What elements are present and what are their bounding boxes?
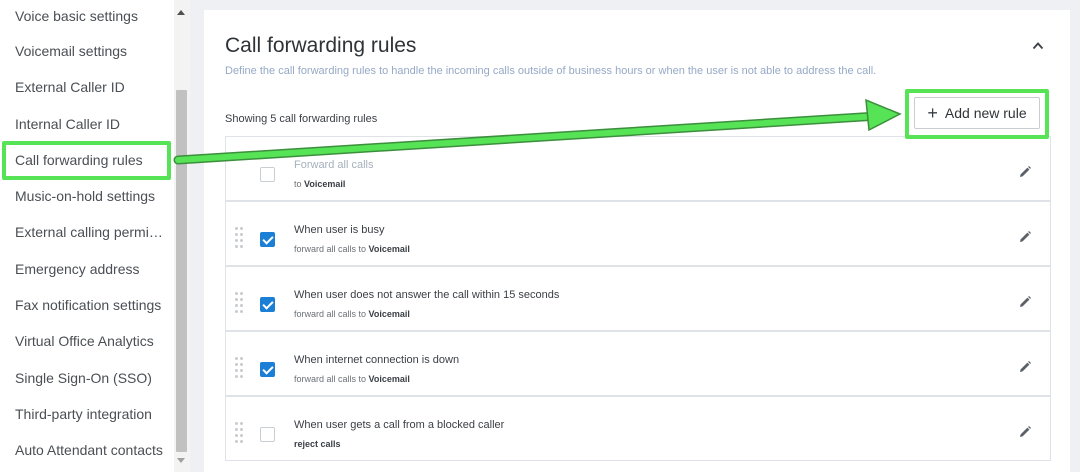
sidebar-item-voice-basic-settings[interactable]: Voice basic settings [15, 8, 165, 24]
rule-action-prefix: forward all calls to [294, 374, 369, 384]
rule-row[interactable]: When user gets a call from a blocked cal… [225, 396, 1051, 461]
rule-enabled-checkbox[interactable] [260, 427, 275, 442]
page-title: Call forwarding rules [225, 34, 417, 57]
scroll-down-arrow-icon[interactable] [177, 458, 185, 463]
rule-enabled-checkbox[interactable] [260, 297, 275, 312]
sidebar-item-external-calling-permissions[interactable]: External calling permissions [15, 224, 165, 240]
sidebar-item-auto-attendant-contacts[interactable]: Auto Attendant contacts [15, 442, 165, 458]
rule-action-target: Voicemail [368, 309, 410, 319]
rule-row[interactable]: When user is busy forward all calls to V… [225, 201, 1051, 266]
sidebar-item-external-caller-id[interactable]: External Caller ID [15, 79, 165, 95]
rule-enabled-checkbox[interactable] [260, 362, 275, 377]
drag-handle-icon[interactable] [235, 292, 243, 316]
pencil-icon[interactable] [1018, 360, 1032, 374]
rule-title: When user gets a call from a blocked cal… [294, 419, 505, 431]
rule-action-target: reject calls [294, 439, 341, 449]
rule-row[interactable]: When internet connection is down forward… [225, 331, 1051, 396]
rule-action-prefix: forward all calls to [294, 309, 369, 319]
pencil-icon[interactable] [1018, 230, 1032, 244]
rule-enabled-checkbox[interactable] [260, 167, 275, 182]
drag-handle-icon[interactable] [235, 357, 243, 381]
drag-handle-icon[interactable] [235, 227, 243, 251]
rule-title: When user does not answer the call withi… [294, 289, 560, 301]
sidebar-item-third-party-integration[interactable]: Third-party integration [15, 406, 165, 422]
rule-row[interactable]: When user does not answer the call withi… [225, 266, 1051, 331]
rule-title: When internet connection is down [294, 354, 460, 366]
rule-title: Forward all calls [294, 159, 374, 171]
rules-count-label: Showing 5 call forwarding rules [225, 113, 378, 125]
rule-action: forward all calls to Voicemail [294, 374, 410, 384]
rule-action-prefix: to [294, 179, 305, 189]
rule-action-prefix: forward all calls to [294, 244, 369, 254]
call-forwarding-panel: Call forwarding rules Define the call fo… [204, 10, 1070, 472]
scroll-up-arrow-icon[interactable] [177, 10, 185, 15]
pencil-icon[interactable] [1018, 295, 1032, 309]
sidebar-item-virtual-office-analytics[interactable]: Virtual Office Analytics [15, 333, 165, 349]
sidebar-item-voicemail-settings[interactable]: Voicemail settings [15, 43, 165, 59]
scrollbar-thumb[interactable] [176, 90, 187, 452]
pencil-icon[interactable] [1018, 165, 1032, 179]
rule-action-target: Voicemail [368, 244, 410, 254]
rule-action-target: Voicemail [368, 374, 410, 384]
add-rule-highlight-box [905, 89, 1049, 139]
chevron-up-icon[interactable] [1032, 40, 1044, 52]
sidebar-item-fax-notification-settings[interactable]: Fax notification settings [15, 297, 165, 313]
sidebar-item-single-sign-on[interactable]: Single Sign-On (SSO) [15, 370, 165, 386]
pencil-icon[interactable] [1018, 425, 1032, 439]
sidebar-item-internal-caller-id[interactable]: Internal Caller ID [15, 116, 165, 132]
sidebar-item-emergency-address[interactable]: Emergency address [15, 261, 165, 277]
rule-action: to Voicemail [294, 179, 345, 189]
rule-enabled-checkbox[interactable] [260, 232, 275, 247]
sidebar-highlight-box [2, 141, 171, 180]
settings-sidebar: Voice basic settings Voicemail settings … [0, 0, 190, 472]
rule-action-target: Voicemail [304, 179, 346, 189]
section-description: Define the call forwarding rules to hand… [225, 65, 877, 77]
sidebar-item-music-on-hold-settings[interactable]: Music-on-hold settings [15, 188, 165, 204]
rule-row[interactable]: Forward all calls to Voicemail [225, 136, 1051, 201]
rule-action: reject calls [294, 439, 341, 449]
drag-handle-icon[interactable] [235, 422, 243, 446]
rule-title: When user is busy [294, 224, 385, 236]
rule-action: forward all calls to Voicemail [294, 309, 410, 319]
rule-action: forward all calls to Voicemail [294, 244, 410, 254]
sidebar-scrollbar[interactable] [174, 0, 190, 472]
